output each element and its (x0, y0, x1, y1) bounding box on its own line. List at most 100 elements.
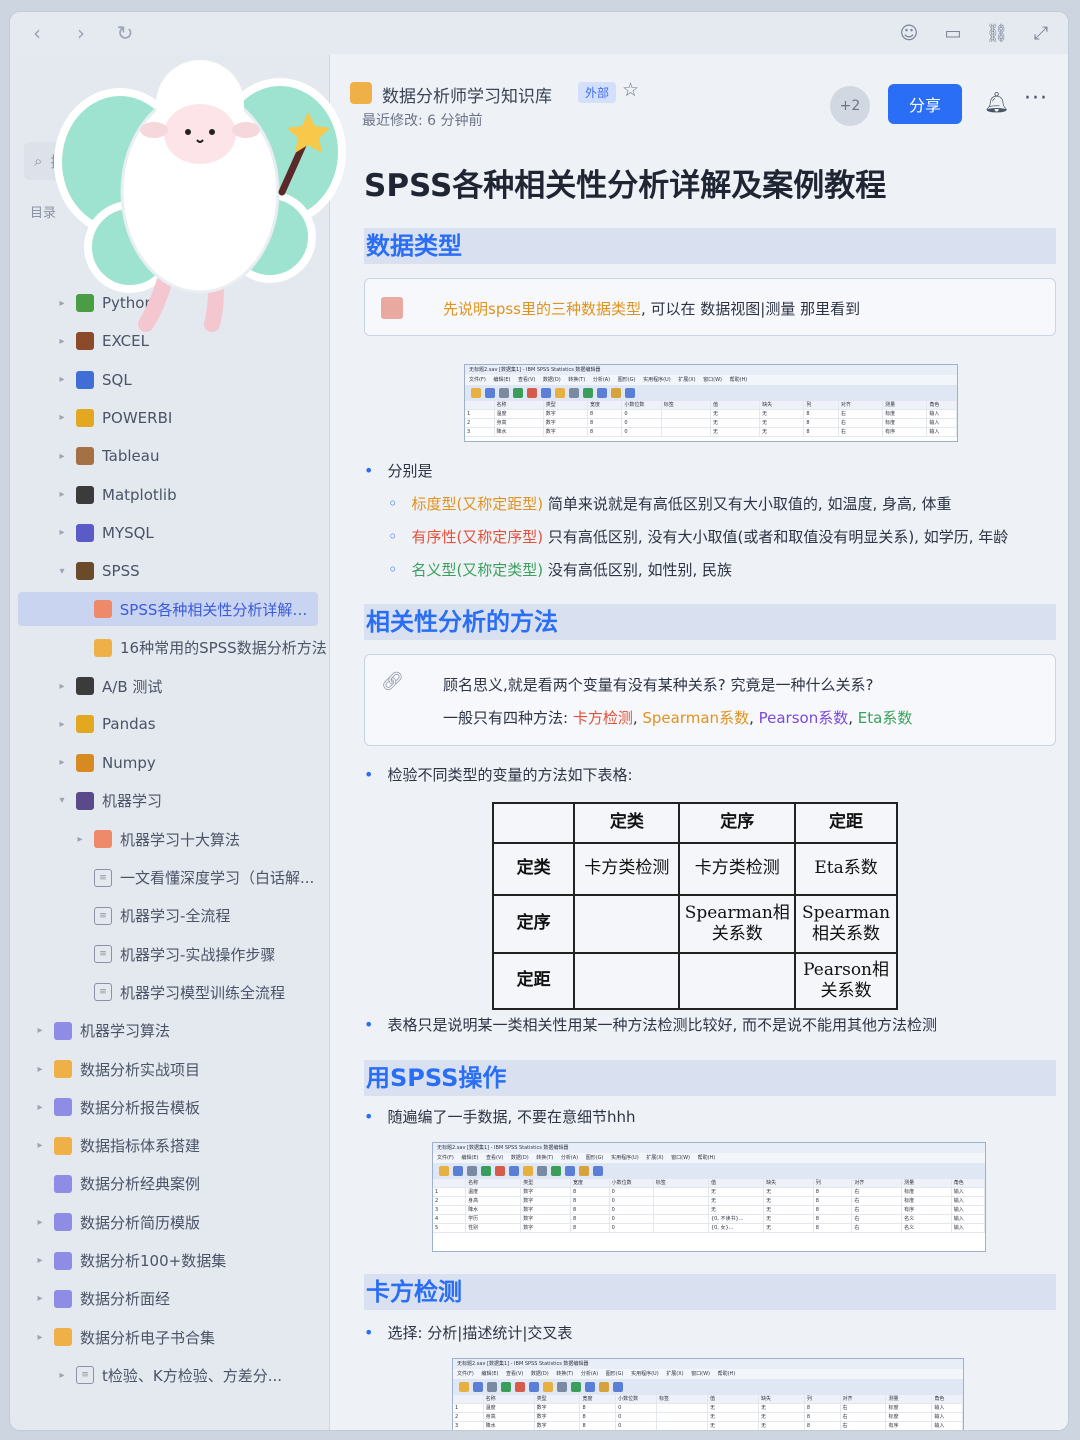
spss-cell: 8 (814, 1197, 853, 1205)
sidebar-item[interactable]: ▸ ≡ t检验、K方检验、方差分... (10, 1358, 328, 1392)
sidebar-item[interactable]: ▸ Tableau (10, 439, 328, 473)
bullet-table-note: 表格只是说明某一类相关性用某一种方法检测比较好, 而不是说不能用其他方法检测 (364, 1014, 937, 1035)
link-icon[interactable]: ⛓ (986, 22, 1009, 44)
chevron-icon[interactable]: ▸ (34, 1217, 46, 1228)
expand-icon[interactable]: ⤢ (1030, 22, 1052, 44)
comment-icon[interactable]: ☺ (898, 22, 920, 44)
folder-icon (54, 1021, 72, 1040)
spss-cell: 数字 (521, 1215, 571, 1223)
sidebar-item[interactable]: ▸ 机器学习算法 (10, 1014, 328, 1048)
spss-cell: 身高 (495, 419, 544, 427)
kb-title[interactable]: 数据分析师学习知识库 (382, 82, 552, 107)
chevron-icon[interactable]: ▸ (56, 336, 68, 347)
forward-icon[interactable]: › (70, 21, 92, 45)
page-icon: ≡ (94, 945, 112, 964)
sidebar-item[interactable]: ▸ 机器学习十大算法 (10, 822, 328, 856)
back-icon[interactable]: ‹ (26, 21, 48, 45)
spss-cell: 输入 (952, 1206, 985, 1214)
chevron-icon[interactable]: ▸ (56, 298, 68, 309)
sidebar-item[interactable]: ▸ Pandas (10, 707, 328, 741)
chevron-icon[interactable]: ▸ (34, 1332, 46, 1343)
spss-cell (657, 1422, 708, 1430)
sidebar-item-label: 数据分析实战项目 (80, 1060, 201, 1079)
sidebar-item[interactable]: ▸ 数据分析简历模版 (10, 1205, 328, 1239)
spss-titlebar: 无标题2.sav [数据集1] - IBM SPSS Statistics 数据… (433, 1143, 985, 1153)
search-input[interactable]: ⌕ 搜索 (24, 142, 316, 180)
sidebar-item[interactable]: ≡ 机器学习-实战操作步骤 (10, 937, 328, 971)
sidebar-item[interactable]: ≡ 一文看懂深度学习（白话解... (10, 861, 328, 895)
app-window: ‹ › ↻ ☺ ▭ ⛓ ⤢ ⌕ 搜索 目录 ▸ Python ▸ EXCEL ▸ SQL ▸… (10, 12, 1068, 1430)
spss-toolbar (465, 385, 957, 401)
sidebar-item[interactable]: ≡ 机器学习模型训练全流程 (10, 975, 328, 1009)
spss-cell: 降水 (484, 1422, 535, 1430)
sidebar-item[interactable]: ▸ 数据分析实战项目 (10, 1052, 328, 1086)
sidebar-item[interactable]: ▸ EXCEL (10, 324, 328, 358)
sidebar-item[interactable]: ▸ POWERBI (10, 401, 328, 435)
sidebar-item[interactable]: ≡ 机器学习-全流程 (10, 899, 328, 933)
spss-cell: 8 (814, 1215, 853, 1223)
spss-cell: 3 (433, 1206, 467, 1214)
spss-cell (662, 410, 711, 418)
chevron-icon[interactable]: ▸ (34, 1140, 46, 1151)
chevron-icon[interactable]: ▸ (34, 1255, 46, 1266)
spss-cell: 0 (616, 1422, 657, 1430)
spss-cell: 8 (571, 1224, 610, 1232)
chevron-icon[interactable]: ▸ (56, 527, 68, 538)
spss-cell: 8 (805, 1422, 841, 1430)
spss-cell: {0, 女}... (709, 1224, 765, 1232)
chevron-icon[interactable]: ▸ (56, 374, 68, 385)
sidebar-item[interactable]: ▸ Numpy (10, 746, 328, 780)
window-icon[interactable]: ▭ (942, 22, 964, 44)
spss-cell: 无 (764, 1197, 814, 1205)
toolbar-icon (481, 1166, 491, 1176)
chevron-icon[interactable]: ▸ (56, 719, 68, 730)
subbullet-ordinal: 有序性(又称定序型) 只有高低区别, 没有大小取值(或者和取值没有明显关系), … (388, 526, 1008, 547)
spss-grid-header: 名称 类型 宽度 小数位数 标签值缺失列对齐 测量 角色 (433, 1179, 985, 1188)
more-icon[interactable]: ··· (1024, 86, 1048, 111)
toolbar-icon (501, 1382, 511, 1392)
sidebar-item[interactable]: ▸ 数据分析报告模板 (10, 1090, 328, 1124)
chevron-icon[interactable]: ▸ (56, 412, 68, 423)
sidebar-item[interactable]: ▸ Python (10, 286, 328, 320)
chevron-icon[interactable]: ▸ (56, 489, 68, 500)
sidebar-item[interactable]: ▸ 数据分析电子书合集 (10, 1320, 328, 1354)
chevron-icon[interactable]: ▾ (56, 566, 68, 577)
sidebar-item[interactable]: ▾ 机器学习 (10, 784, 328, 818)
chevron-icon[interactable]: ▸ (74, 834, 86, 845)
bell-icon[interactable]: 🔔︎ (984, 90, 1009, 114)
sidebar-item[interactable]: ▸ SQL (10, 363, 328, 397)
chevron-icon[interactable]: ▸ (34, 1025, 46, 1036)
sidebar-item[interactable]: 16种常用的SPSS数据分析方法 (10, 631, 328, 665)
chevron-icon[interactable]: ▾ (56, 795, 68, 806)
spss-cell: 测量 (902, 1179, 952, 1187)
refresh-icon[interactable]: ↻ (114, 21, 136, 45)
share-button[interactable]: 分享 (888, 84, 962, 124)
sidebar-item[interactable]: ▾ SPSS (10, 554, 328, 588)
page-icon: ≡ (94, 906, 112, 925)
sidebar-item[interactable]: ▸ 数据分析100+数据集 (10, 1244, 328, 1278)
chevron-icon[interactable]: ▸ (56, 681, 68, 692)
sidebar-item[interactable]: ▸ 数据指标体系搭建 (10, 1129, 328, 1163)
toolbar-icon (537, 1166, 547, 1176)
spss-cell: 降水 (495, 428, 544, 436)
chevron-icon[interactable]: ▸ (56, 1370, 68, 1381)
sidebar-item[interactable]: ▸ 数据分析面经 (10, 1282, 328, 1316)
collaborators-count[interactable]: +2 (830, 86, 870, 126)
sidebar-item[interactable]: ▸ MYSQL (10, 516, 328, 550)
spss-cell: 角色 (932, 1395, 963, 1403)
spss-cell: 无 (709, 1197, 765, 1205)
sidebar-item[interactable]: ▸ A/B 测试 (10, 669, 328, 703)
folder-icon (54, 1136, 72, 1155)
chevron-icon[interactable]: ▸ (34, 1102, 46, 1113)
chevron-icon[interactable]: ▸ (56, 451, 68, 462)
spss-cell: 2 (433, 1197, 467, 1205)
sidebar-item-label: t检验、K方检验、方差分... (102, 1366, 283, 1385)
sidebar-item[interactable]: 数据分析经典案例 (10, 1167, 328, 1201)
star-icon[interactable]: ☆ (622, 79, 639, 101)
sidebar-item[interactable]: ▸ Matplotlib (10, 478, 328, 512)
chevron-icon[interactable]: ▸ (56, 757, 68, 768)
chevron-icon[interactable]: ▸ (34, 1293, 46, 1304)
spss-grid-header: 名称 类型 宽度 小数位数 标签值缺失列对齐 测量 角色 (453, 1395, 963, 1404)
sidebar-item[interactable]: SPSS各种相关性分析详解及... (18, 592, 318, 627)
chevron-icon[interactable]: ▸ (34, 1064, 46, 1075)
